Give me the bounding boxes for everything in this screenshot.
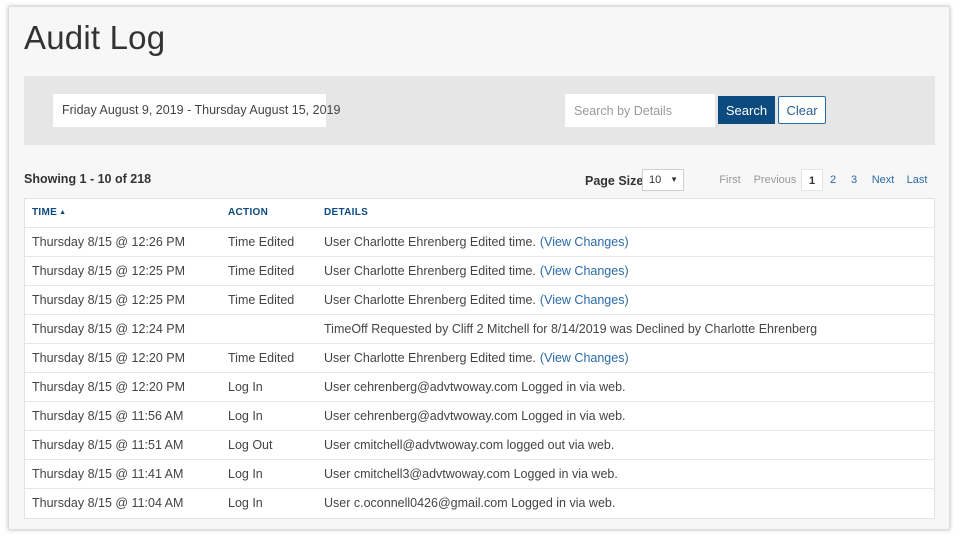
table-row: Thursday 8/15 @ 12:24 PM TimeOff Requeste… — [25, 315, 934, 344]
sort-ascending-icon: ▲ — [59, 209, 67, 216]
cell-details: TimeOff Requested by Cliff 2 Mitchell fo… — [324, 315, 817, 343]
details-text: User cmitchell@advtwoway.com logged out … — [324, 438, 615, 452]
cell-action: Time Edited — [228, 235, 295, 249]
column-header-action[interactable]: ACTION — [228, 199, 268, 227]
audit-log-table: TIME ▲ ACTION DETAILS Thursday 8/15 @ 12:… — [24, 198, 935, 519]
pagination-page-1[interactable]: 1 — [801, 169, 823, 191]
view-changes-link[interactable]: (View Changes) — [540, 264, 629, 278]
details-text: User Charlotte Ehrenberg Edited time. — [324, 351, 536, 365]
table-row: Thursday 8/15 @ 12:20 PM Time Edited User … — [25, 344, 934, 373]
pagination-previous[interactable]: Previous — [753, 169, 797, 191]
cell-details: User Charlotte Ehrenberg Edited time. (Vi… — [324, 257, 629, 285]
table-row: Thursday 8/15 @ 11:41 AM Log In User cmitc… — [25, 460, 934, 489]
filter-bar: Friday August 9, 2019 - Thursday August … — [24, 76, 935, 145]
table-row: Thursday 8/15 @ 11:51 AM Log Out User cmit… — [25, 431, 934, 460]
pagination-next[interactable]: Next — [868, 169, 898, 191]
cell-action: Log In — [228, 496, 263, 510]
details-text: User cehrenberg@advtwoway.com Logged in … — [324, 380, 626, 394]
cell-action: Time Edited — [228, 293, 295, 307]
details-text: User Charlotte Ehrenberg Edited time. — [324, 235, 536, 249]
table-row: Thursday 8/15 @ 12:25 PM Time Edited User … — [25, 286, 934, 315]
page-size-label: Page Size: — [585, 174, 648, 188]
audit-log-panel: Audit Log Friday August 9, 2019 - Thursd… — [8, 6, 950, 530]
table-row: Thursday 8/15 @ 11:56 AM Log In User cehre… — [25, 402, 934, 431]
cell-time: Thursday 8/15 @ 12:25 PM — [32, 293, 186, 307]
pagination-first[interactable]: First — [713, 169, 747, 191]
view-changes-link[interactable]: (View Changes) — [540, 293, 629, 307]
details-text: User cmitchell3@advtwoway.com Logged in … — [324, 467, 618, 481]
caret-down-icon: ▼ — [670, 175, 678, 184]
pagination-page-3[interactable]: 3 — [844, 169, 864, 191]
table-row: Thursday 8/15 @ 12:25 PM Time Edited User … — [25, 257, 934, 286]
cell-details: User cmitchell3@advtwoway.com Logged in … — [324, 460, 618, 488]
cell-time: Thursday 8/15 @ 12:25 PM — [32, 264, 186, 278]
cell-details: User cehrenberg@advtwoway.com Logged in … — [324, 373, 626, 401]
cell-time: Thursday 8/15 @ 12:20 PM — [32, 380, 186, 394]
cell-action: Log In — [228, 467, 263, 481]
table-body: Thursday 8/15 @ 12:26 PM Time Edited User … — [25, 228, 934, 518]
details-text: User Charlotte Ehrenberg Edited time. — [324, 264, 536, 278]
table-row: Thursday 8/15 @ 11:04 AM Log In User c.oco… — [25, 489, 934, 518]
cell-action: Log In — [228, 409, 263, 423]
cell-details: User c.oconnell0426@gmail.com Logged in … — [324, 489, 615, 517]
table-row: Thursday 8/15 @ 12:20 PM Log In User cehre… — [25, 373, 934, 402]
page-size-value: 10 — [649, 174, 662, 186]
page-title: Audit Log — [24, 19, 166, 56]
cell-details: User cmitchell@advtwoway.com logged out … — [324, 431, 614, 459]
details-text: User cehrenberg@advtwoway.com Logged in … — [324, 409, 626, 423]
table-header-row: TIME ▲ ACTION DETAILS — [25, 199, 934, 228]
cell-details: User Charlotte Ehrenberg Edited time. (Vi… — [324, 286, 629, 314]
results-count: Showing 1 - 10 of 218 — [24, 172, 152, 186]
cell-time: Thursday 8/15 @ 11:56 AM — [32, 409, 184, 423]
details-text: User c.oconnell0426@gmail.com Logged in … — [324, 496, 616, 510]
pagination-last[interactable]: Last — [902, 169, 932, 191]
page-size-select[interactable]: 10 ▼ — [642, 169, 684, 191]
clear-button[interactable]: Clear — [778, 96, 826, 124]
details-text: TimeOff Requested by Cliff 2 Mitchell fo… — [324, 322, 818, 336]
view-changes-link[interactable]: (View Changes) — [540, 351, 629, 365]
column-header-details[interactable]: DETAILS — [324, 199, 368, 227]
cell-details: User cehrenberg@advtwoway.com Logged in … — [324, 402, 626, 430]
cell-action: Time Edited — [228, 351, 295, 365]
cell-time: Thursday 8/15 @ 11:41 AM — [32, 467, 184, 481]
cell-time: Thursday 8/15 @ 12:20 PM — [32, 351, 186, 365]
cell-time: Thursday 8/15 @ 12:24 PM — [32, 322, 186, 336]
search-button[interactable]: Search — [718, 96, 775, 124]
table-row: Thursday 8/15 @ 12:26 PM Time Edited User … — [25, 228, 934, 257]
cell-time: Thursday 8/15 @ 11:04 AM — [32, 496, 184, 510]
details-text: User Charlotte Ehrenberg Edited time. — [324, 293, 536, 307]
cell-action: Time Edited — [228, 264, 295, 278]
search-input[interactable] — [565, 94, 715, 127]
cell-action: Log In — [228, 380, 263, 394]
cell-time: Thursday 8/15 @ 11:51 AM — [32, 438, 184, 452]
cell-details: User Charlotte Ehrenberg Edited time. (Vi… — [324, 344, 629, 372]
cell-details: User Charlotte Ehrenberg Edited time. (Vi… — [324, 228, 629, 256]
pagination-page-2[interactable]: 2 — [823, 169, 843, 191]
cell-time: Thursday 8/15 @ 12:26 PM — [32, 235, 186, 249]
cell-action: Log Out — [228, 438, 273, 452]
column-header-time[interactable]: TIME ▲ — [32, 199, 66, 227]
date-range-picker[interactable]: Friday August 9, 2019 - Thursday August … — [53, 94, 340, 127]
view-changes-link[interactable]: (View Changes) — [540, 235, 629, 249]
